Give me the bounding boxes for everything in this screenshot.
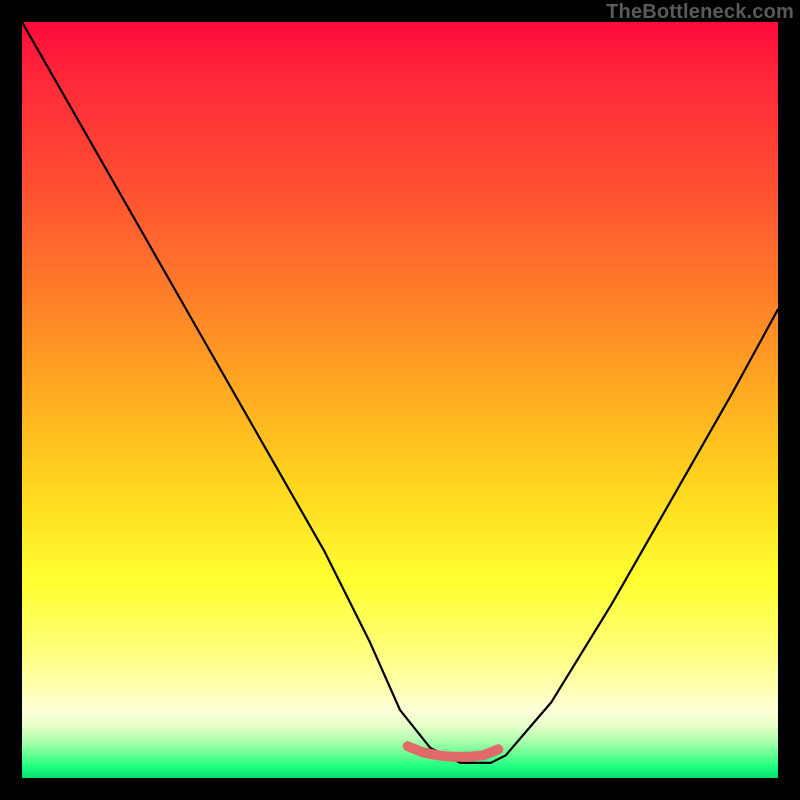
plot-area [22, 22, 778, 778]
background-gradient [22, 22, 778, 778]
attribution-label: TheBottleneck.com [606, 1, 794, 24]
chart-frame: TheBottleneck.com [0, 0, 800, 800]
